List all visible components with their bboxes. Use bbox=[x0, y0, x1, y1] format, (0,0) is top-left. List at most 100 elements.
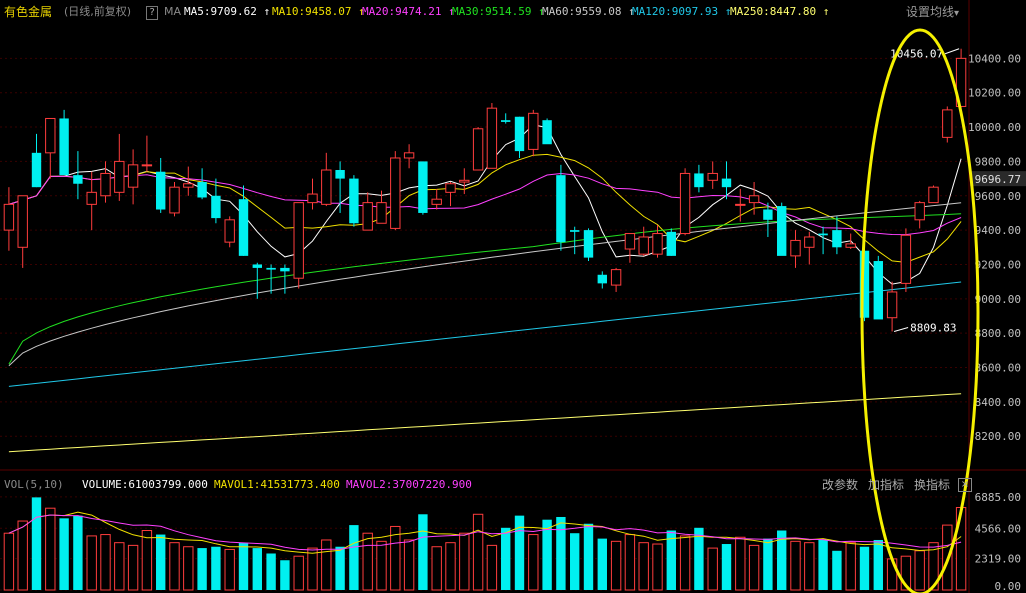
candle bbox=[197, 168, 207, 200]
close-icon[interactable]: × bbox=[958, 478, 972, 492]
candle-body-up bbox=[472, 128, 484, 171]
price-tick-label: 8600.00 bbox=[975, 362, 1021, 375]
volume-bar-up bbox=[528, 534, 539, 591]
candle-body-up bbox=[376, 202, 387, 224]
candle bbox=[501, 113, 511, 124]
candle bbox=[942, 106, 953, 143]
candle bbox=[928, 185, 939, 204]
candle-body-down bbox=[818, 233, 828, 236]
candle-body-up bbox=[114, 160, 125, 193]
price-tick-label: 10000.00 bbox=[968, 121, 1021, 134]
candle bbox=[624, 233, 636, 263]
candle bbox=[390, 151, 401, 231]
price-tick-label: 10200.00 bbox=[968, 87, 1021, 100]
ma5-line bbox=[8, 124, 962, 285]
candle-body-up bbox=[362, 202, 373, 231]
candle-body-up bbox=[528, 112, 539, 150]
volume-bar-up bbox=[114, 542, 125, 591]
candle bbox=[900, 228, 912, 292]
candle bbox=[86, 171, 97, 231]
candle bbox=[707, 161, 718, 189]
candle bbox=[914, 200, 925, 229]
candle-body-up bbox=[804, 236, 815, 248]
candle-body-up bbox=[224, 219, 235, 243]
candle bbox=[694, 164, 704, 193]
volume-bars bbox=[3, 497, 967, 591]
candle-body-down bbox=[59, 118, 69, 176]
candle-body-up bbox=[100, 172, 111, 197]
volume-bar-up bbox=[45, 507, 56, 591]
volume-bar-up bbox=[790, 540, 801, 591]
volume-bar-up bbox=[914, 550, 925, 591]
volume-bar-up bbox=[735, 536, 746, 591]
candle bbox=[542, 118, 552, 145]
volume-bar-up bbox=[638, 542, 649, 591]
volume-value: VOLUME:61003799.000 bbox=[82, 478, 208, 491]
candle bbox=[45, 117, 56, 179]
price-tick-label: 8800.00 bbox=[975, 327, 1021, 340]
volume-bar-down bbox=[211, 546, 221, 590]
candle bbox=[376, 190, 387, 224]
ma30-line bbox=[8, 213, 962, 365]
candle bbox=[17, 195, 28, 268]
candle bbox=[31, 133, 42, 188]
current-price-label: 9696.77 bbox=[975, 173, 1021, 186]
price-tick-label: 8200.00 bbox=[975, 430, 1021, 443]
price-tick-label: 10400.00 bbox=[968, 52, 1021, 65]
candle-body-up bbox=[624, 233, 636, 250]
candle bbox=[211, 178, 221, 224]
chart-canvas[interactable]: 10400.00 10200.00 10000.00 9800.00 9600.00 94… bbox=[0, 0, 1026, 593]
change-params-button[interactable]: 改参数 bbox=[822, 476, 858, 494]
volume-bar-down bbox=[818, 539, 828, 590]
volume-bar-up bbox=[707, 547, 718, 591]
candle bbox=[59, 109, 69, 176]
candle-body-up bbox=[169, 186, 180, 214]
volume-bar-down bbox=[31, 497, 42, 590]
switch-indicator-button[interactable]: 换指标 bbox=[914, 476, 950, 494]
candle-body-down bbox=[721, 178, 732, 188]
volume-bar-up bbox=[845, 542, 856, 591]
volume-bar-down bbox=[721, 544, 732, 590]
candle-body-up bbox=[845, 243, 856, 248]
candle bbox=[321, 152, 332, 207]
volume-bar-down bbox=[73, 515, 83, 590]
vol-indicator-label: VOL(5,10) bbox=[4, 478, 64, 491]
volume-bar-up bbox=[293, 555, 304, 591]
candle-body-up bbox=[748, 195, 760, 204]
candle-body-up bbox=[141, 164, 153, 167]
candle-body-down bbox=[349, 178, 359, 224]
volume-bar-up bbox=[459, 532, 470, 591]
candle bbox=[362, 192, 373, 231]
low-price-label: 8809.83 bbox=[910, 321, 956, 334]
candle bbox=[472, 127, 484, 171]
candle bbox=[224, 216, 235, 248]
candle-body-down bbox=[501, 120, 511, 122]
price-tick-label: 9200.00 bbox=[975, 258, 1021, 271]
candle bbox=[431, 188, 442, 210]
volume-bar-down bbox=[694, 527, 704, 590]
candle-body-down bbox=[238, 199, 249, 256]
candle-body-down bbox=[418, 161, 428, 213]
candle-body-down bbox=[873, 261, 883, 320]
candle-body-up bbox=[307, 193, 318, 204]
add-indicator-button[interactable]: 加指标 bbox=[868, 476, 904, 494]
volume-bar-up bbox=[362, 532, 373, 591]
volume-bar-up bbox=[86, 535, 97, 591]
candle-body-down bbox=[597, 274, 607, 284]
candle bbox=[777, 202, 787, 256]
candle-body-up bbox=[610, 269, 622, 286]
volume-bar-down bbox=[280, 560, 290, 590]
volume-bar-down bbox=[873, 539, 883, 590]
volume-bar-down bbox=[156, 534, 166, 590]
volume-bar-down bbox=[418, 514, 428, 590]
volume-bar-up bbox=[403, 539, 415, 591]
volume-bar-up bbox=[679, 535, 691, 591]
candle-body-up bbox=[790, 239, 801, 257]
candle-body-down bbox=[542, 120, 552, 145]
candle-body-up bbox=[45, 117, 56, 154]
volume-bar-down bbox=[763, 538, 773, 590]
volume-bar-down bbox=[556, 516, 566, 590]
candle-body-up bbox=[390, 157, 401, 229]
candle-body-up bbox=[17, 195, 28, 248]
candle bbox=[335, 161, 345, 213]
